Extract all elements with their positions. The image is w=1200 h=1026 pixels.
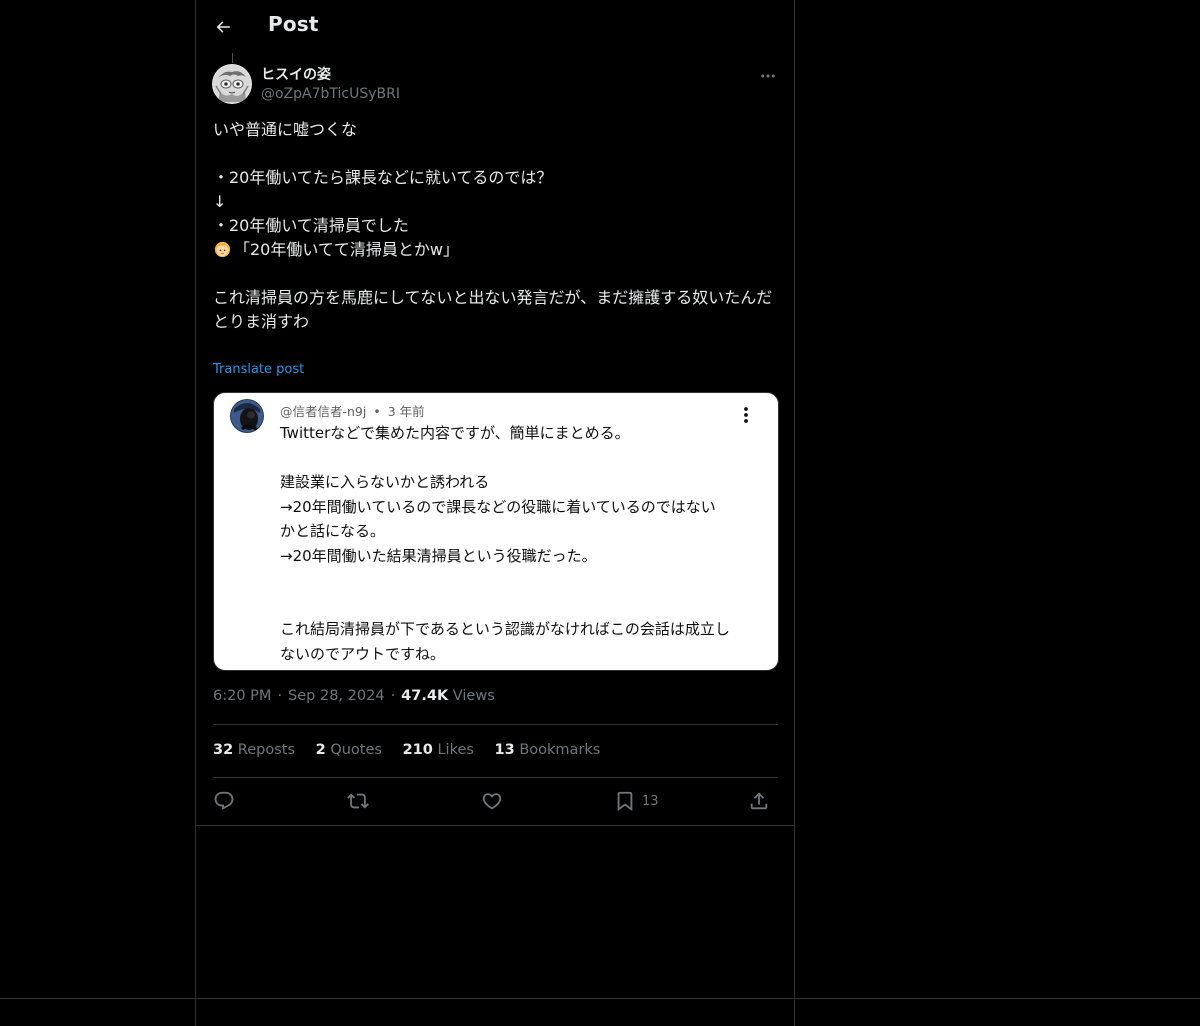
bookmark-button[interactable]: 13 xyxy=(614,788,659,814)
post-text-line: ・20年働いてたら課長などに就いてるのでは？ xyxy=(213,168,553,187)
bookmarks-stat[interactable]: 13 Bookmarks xyxy=(495,742,601,758)
arrow-left-icon xyxy=(216,21,230,33)
embedded-line xyxy=(280,446,750,471)
post-text-line: ↓ xyxy=(213,192,227,211)
likes-label: Likes xyxy=(437,742,474,758)
embedded-line: Twitterなどで集めた内容ですが、簡単にまとめる。 xyxy=(280,424,630,442)
bookmark-count: 13 xyxy=(642,793,659,809)
post-timestamp: 6:20 PM · Sep 28, 2024 · 47.4K Views xyxy=(213,688,495,704)
embedded-avatar xyxy=(230,399,264,433)
embedded-line xyxy=(280,593,750,618)
page-title: Post xyxy=(268,12,319,36)
person-blond-hair-emoji xyxy=(214,241,231,258)
embedded-line: これ結局清掃員が下であるという認識がなければこの会話は成立し xyxy=(280,620,730,638)
bookmarks-label: Bookmarks xyxy=(519,742,601,758)
post-text-line: ・20年働いて清掃員でした xyxy=(213,216,409,235)
main-column: Post ヒスイの姿 @oZpA7bTicUSyBRI いや普通に嘘つくな ・2… xyxy=(195,0,795,1026)
post-text-line: いや普通に嘘つくな xyxy=(213,120,358,139)
quotes-stat[interactable]: 2 Quotes xyxy=(316,742,382,758)
reply-button[interactable] xyxy=(213,788,235,814)
author-display-name[interactable]: ヒスイの姿 xyxy=(261,64,331,84)
likes-count: 210 xyxy=(402,742,433,758)
avatar[interactable] xyxy=(212,64,252,104)
back-button[interactable] xyxy=(208,10,238,44)
post-text-line xyxy=(213,142,779,166)
more-horizontal-icon xyxy=(761,74,775,78)
author-handle[interactable]: @oZpA7bTicUSyBRI xyxy=(261,86,400,102)
post-text-line: とりま消すわ xyxy=(213,312,310,331)
embedded-body: Twitterなどで集めた内容ですが、簡単にまとめる。 建設業に入らないかと誘わ… xyxy=(280,421,750,666)
dot-separator: · xyxy=(277,688,283,704)
embedded-age: 3 年前 xyxy=(387,404,425,419)
heart-icon xyxy=(482,793,502,810)
embedded-image[interactable]: @信者信者-n9j • 3 年前 Twitterなどで集めた内容ですが、簡単にま… xyxy=(213,392,779,671)
views-label: Views xyxy=(452,688,495,704)
reply-icon xyxy=(214,791,234,810)
bookmark-icon xyxy=(617,791,633,812)
share-button[interactable] xyxy=(748,788,770,814)
post-date[interactable]: Sep 28, 2024 xyxy=(288,688,385,704)
embedded-line: かと話になる。 xyxy=(280,522,386,540)
post-text-line: これ清掃員の方を馬鹿にしてないと出ない発言だが、まだ擁護する奴いたんだ xyxy=(213,288,773,307)
reposts-stat[interactable]: 32 Reposts xyxy=(213,742,295,758)
post-text: いや普通に嘘つくな ・20年働いてたら課長などに就いてるのでは？ ↓ ・20年働… xyxy=(213,118,779,334)
post-text-line xyxy=(213,262,779,286)
embedded-line: →20年間働いているので課長などの役職に着いているのではない xyxy=(280,497,716,516)
views-count: 47.4K xyxy=(401,688,449,704)
bookmarks-count: 13 xyxy=(494,742,515,758)
bottom-border xyxy=(0,998,1200,999)
likes-stat[interactable]: 210 Likes xyxy=(403,742,474,758)
divider xyxy=(213,777,778,778)
translate-post-link[interactable]: Translate post xyxy=(213,362,304,377)
share-icon xyxy=(750,792,768,810)
embedded-author: @信者信者-n9j xyxy=(280,404,367,419)
embedded-line: 建設業に入らないかと誘われる xyxy=(280,473,490,491)
embedded-line xyxy=(280,568,750,593)
post-stats: 32 Reposts 2 Quotes 210 Likes 13 Bookmar… xyxy=(213,742,616,758)
thread-line xyxy=(232,53,233,63)
post-text-line-with-emoji: 「20年働いてて清掃員とかw」 xyxy=(213,238,779,262)
embedded-meta: @信者信者-n9j • 3 年前 xyxy=(280,401,425,420)
reposts-count: 32 xyxy=(213,742,234,758)
reposts-label: Reposts xyxy=(237,742,296,758)
divider xyxy=(213,724,778,725)
quotes-count: 2 xyxy=(315,742,326,758)
header: Post xyxy=(196,0,794,53)
like-button[interactable] xyxy=(481,788,503,814)
embedded-line: ないのでアウトですね。 xyxy=(280,644,446,663)
page: Post ヒスイの姿 @oZpA7bTicUSyBRI いや普通に嘘つくな ・2… xyxy=(0,0,1200,1026)
divider xyxy=(196,825,794,826)
repost-button[interactable] xyxy=(347,788,369,814)
quotes-label: Quotes xyxy=(330,742,382,758)
embedded-line: →20年間働いた結果清掃員という役職だった。 xyxy=(280,546,597,565)
repost-icon xyxy=(347,793,369,809)
more-button[interactable] xyxy=(756,66,780,86)
dot-separator: · xyxy=(390,688,396,704)
action-bar: 13 xyxy=(213,788,779,814)
post-text-quote: 「20年働いてて清掃員とかw」 xyxy=(234,240,459,259)
post-time[interactable]: 6:20 PM xyxy=(213,688,271,704)
embedded-separator: • xyxy=(373,404,381,419)
